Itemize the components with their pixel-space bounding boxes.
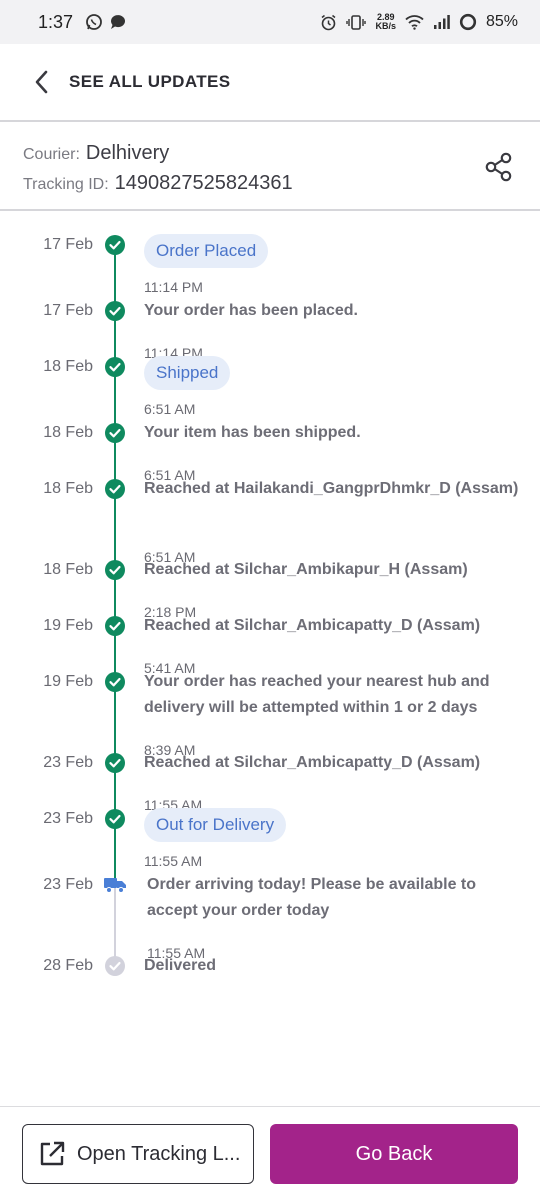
page-title: SEE ALL UPDATES <box>69 72 231 91</box>
pending-check-icon <box>105 956 125 976</box>
timeline-event-text: Your order has reached your nearest hub … <box>144 673 490 716</box>
timeline-event-text: Delivered <box>144 957 217 974</box>
app-header: SEE ALL UPDATES <box>0 44 540 122</box>
timeline-line-pending <box>114 888 116 965</box>
check-circle-icon <box>105 672 125 692</box>
courier-info-card: Courier: Delhivery Tracking ID: 14908275… <box>0 124 540 211</box>
tracking-timeline: 17 Feb Order Placed 11:14 PM 17 Feb Your ord… <box>0 222 540 1082</box>
truck-icon <box>103 876 127 894</box>
open-tracking-link-button[interactable]: Open Tracking L... <box>22 1124 254 1184</box>
signal-icon <box>433 15 450 29</box>
network-speed-unit: KB/s <box>375 21 396 31</box>
courier-row: Courier: Delhivery <box>23 142 169 165</box>
status-right: 2.89 KB/s 85% <box>320 13 518 31</box>
courier-name: Delhivery <box>85 142 170 164</box>
vibrate-icon <box>346 14 367 30</box>
timeline-date: 19 Feb <box>43 673 93 690</box>
status-chip: Shipped <box>144 356 231 390</box>
timeline-time: 11:14 PM <box>144 279 203 295</box>
tracking-row: Tracking ID: 1490827525824361 <box>23 172 293 195</box>
timeline-date: 23 Feb <box>43 754 93 771</box>
timeline-date: 23 Feb <box>43 876 93 893</box>
open-tracking-link-label: Open Tracking L... <box>77 1142 241 1165</box>
check-circle-icon <box>105 423 125 443</box>
timeline-date: 18 Feb <box>43 358 93 375</box>
courier-label: Courier: <box>23 146 80 163</box>
timeline-date: 23 Feb <box>43 810 93 827</box>
check-circle-icon <box>105 357 125 377</box>
tracking-id: 1490827525824361 <box>114 172 293 194</box>
timeline-time: 6:51 AM <box>144 401 196 417</box>
check-circle-icon <box>105 560 125 580</box>
check-circle-icon <box>105 235 125 255</box>
chevron-left-icon <box>35 70 48 94</box>
check-circle-icon <box>105 479 125 499</box>
check-circle-icon <box>105 301 125 321</box>
network-speed: 2.89 KB/s <box>375 13 396 31</box>
status-bar: 1:37 2.89 KB/s 85% <box>0 0 540 44</box>
timeline-date: 18 Feb <box>43 480 93 497</box>
timeline-event-text: Reached at Silchar_Ambicapatty_D (Assam) <box>144 754 481 771</box>
tracking-label: Tracking ID: <box>23 176 109 193</box>
check-circle-icon <box>105 753 125 773</box>
battery-percent: 85% <box>485 13 518 30</box>
back-button[interactable] <box>22 62 62 102</box>
go-back-button[interactable]: Go Back <box>270 1124 518 1184</box>
timeline-event-text: Your order has been placed. <box>144 302 358 319</box>
alarm-icon <box>321 14 336 30</box>
status-chip: Out for Delivery <box>144 808 287 842</box>
footer-actions: Open Tracking L... Go Back <box>0 1106 540 1200</box>
timeline-event-text: Your item has been shipped. <box>144 424 361 441</box>
status-time: 1:37 <box>38 11 74 32</box>
timeline-time: 11:55 AM <box>144 853 203 869</box>
check-circle-icon <box>105 616 125 636</box>
external-link-icon <box>40 1141 65 1166</box>
share-icon <box>485 152 512 182</box>
timeline-event-text: Order arriving today! Please be availabl… <box>147 876 477 919</box>
message-icon <box>111 15 126 29</box>
timeline-date: 18 Feb <box>43 561 93 578</box>
share-button[interactable] <box>480 148 518 186</box>
timeline-date: 17 Feb <box>43 302 93 319</box>
wifi-icon <box>405 15 424 30</box>
timeline-event-text: Reached at Silchar_Ambicapatty_D (Assam) <box>144 617 481 634</box>
status-chip: Order Placed <box>144 234 269 268</box>
timeline-date: 28 Feb <box>43 957 93 974</box>
timeline-event-text: Reached at Hailakandi_GangprDhmkr_D (Ass… <box>144 480 519 497</box>
check-circle-icon <box>105 809 125 829</box>
timeline-date: 19 Feb <box>43 617 93 634</box>
timeline-event-text: Reached at Silchar_Ambikapur_H (Assam) <box>144 561 468 578</box>
whatsapp-icon <box>86 14 102 30</box>
timeline-date: 17 Feb <box>43 236 93 253</box>
battery-saver-icon <box>459 13 477 31</box>
timeline-date: 18 Feb <box>43 424 93 441</box>
status-left-icons <box>85 13 127 31</box>
